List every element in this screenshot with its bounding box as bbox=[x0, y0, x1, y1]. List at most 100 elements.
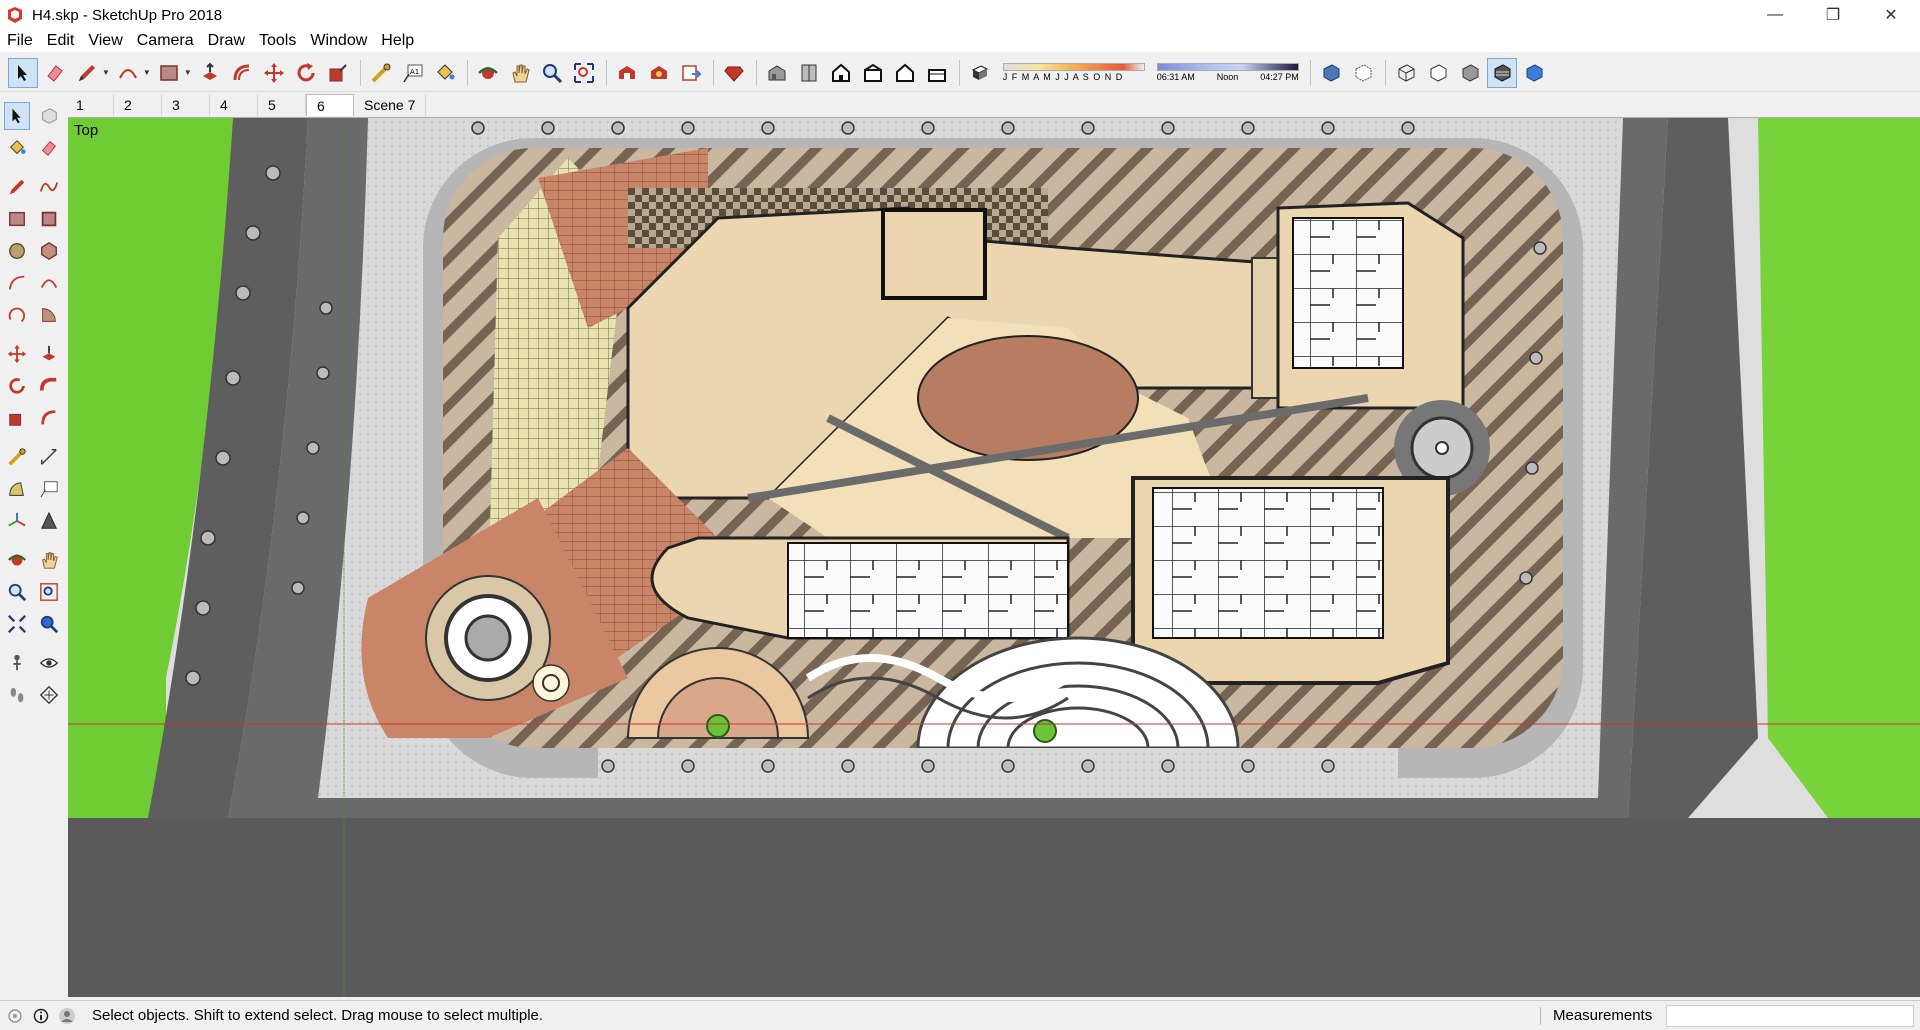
offset-tool-button[interactable] bbox=[36, 404, 62, 432]
eraser-tool-button[interactable] bbox=[40, 58, 70, 88]
scale-tool-button[interactable] bbox=[323, 58, 353, 88]
zoom-tool-button[interactable] bbox=[4, 578, 30, 606]
right-view-button[interactable] bbox=[858, 58, 888, 88]
shadow-time-slider[interactable]: 06:31 AM Noon 04:27 PM bbox=[1156, 63, 1299, 82]
shadow-date-slider[interactable]: J F M A M J J A S O N D bbox=[1002, 63, 1145, 82]
time-slider-track[interactable] bbox=[1156, 63, 1299, 71]
position-camera-tool-button[interactable] bbox=[4, 649, 30, 677]
push-pull-tool-button[interactable] bbox=[36, 340, 62, 368]
shape-tool-button[interactable] bbox=[154, 58, 184, 88]
text-tool-button[interactable]: A1 bbox=[398, 58, 428, 88]
follow-me-tool-button[interactable] bbox=[36, 372, 62, 400]
rectangle-tool-button[interactable] bbox=[4, 205, 30, 233]
scene-tab[interactable]: Scene 7 bbox=[354, 94, 427, 116]
move-tool-button[interactable] bbox=[4, 340, 30, 368]
zoom-tool-button[interactable] bbox=[537, 58, 567, 88]
model-viewport[interactable]: Top bbox=[68, 117, 1920, 997]
3d-warehouse-button[interactable] bbox=[612, 58, 642, 88]
three-point-arc-tool-button[interactable] bbox=[4, 301, 30, 329]
select-tool-button[interactable] bbox=[8, 57, 38, 88]
measurements-input[interactable] bbox=[1666, 1005, 1914, 1027]
menu-camera[interactable]: Camera bbox=[130, 32, 201, 50]
rotate-tool-button[interactable] bbox=[291, 58, 321, 88]
paint-bucket-tool-button[interactable] bbox=[4, 134, 30, 162]
push-pull-tool-button[interactable] bbox=[195, 58, 225, 88]
month-slider-track[interactable] bbox=[1002, 63, 1145, 71]
scene-tab[interactable]: 1 bbox=[66, 94, 114, 116]
pan-tool-button[interactable] bbox=[505, 58, 535, 88]
scene-tab[interactable]: 4 bbox=[210, 94, 258, 116]
axes-tool-button[interactable] bbox=[4, 507, 30, 535]
hidden-line-style-button[interactable] bbox=[1423, 58, 1453, 88]
top-view-button[interactable] bbox=[794, 58, 824, 88]
ruby-console-button[interactable] bbox=[719, 58, 749, 88]
freehand-tool-button[interactable] bbox=[36, 173, 62, 201]
back-edges-style-button[interactable] bbox=[1348, 58, 1378, 88]
scene-tab[interactable]: 3 bbox=[162, 94, 210, 116]
orbit-tool-button[interactable] bbox=[4, 546, 30, 574]
tape-measure-tool-button[interactable] bbox=[4, 443, 30, 471]
tape-measure-tool-button[interactable] bbox=[366, 58, 396, 88]
walk-tool-button[interactable] bbox=[4, 681, 30, 709]
component-tool-button[interactable] bbox=[36, 102, 62, 130]
section-plane-tool-button[interactable] bbox=[36, 681, 62, 709]
dimension-tool-button[interactable] bbox=[36, 443, 62, 471]
restore-button[interactable]: ❐ bbox=[1804, 0, 1862, 30]
scene-tab[interactable]: 2 bbox=[114, 94, 162, 116]
menu-draw[interactable]: Draw bbox=[201, 32, 252, 50]
3d-text-tool-button[interactable] bbox=[36, 507, 62, 535]
previous-view-tool-button[interactable] bbox=[36, 610, 62, 638]
line-tool-button[interactable] bbox=[72, 58, 102, 88]
rotate-tool-button[interactable] bbox=[4, 372, 30, 400]
arc-dropdown-caret[interactable]: ▼ bbox=[143, 68, 151, 77]
scene-tab[interactable]: 5 bbox=[258, 94, 306, 116]
shadows-toggle-button[interactable] bbox=[965, 58, 995, 88]
orbit-tool-button[interactable] bbox=[473, 58, 503, 88]
two-point-arc-tool-button[interactable] bbox=[36, 269, 62, 297]
zoom-window-tool-button[interactable] bbox=[36, 578, 62, 606]
eraser-tool-button[interactable] bbox=[36, 134, 62, 162]
line-dropdown-caret[interactable]: ▼ bbox=[102, 68, 110, 77]
iso-view-button[interactable] bbox=[762, 58, 792, 88]
extension-warehouse-button[interactable] bbox=[644, 58, 674, 88]
menu-view[interactable]: View bbox=[81, 32, 129, 50]
zoom-extents-tool-button[interactable] bbox=[569, 58, 599, 88]
select-tool-button[interactable] bbox=[4, 102, 30, 130]
protractor-tool-button[interactable] bbox=[4, 475, 30, 503]
pan-tool-button[interactable] bbox=[36, 546, 62, 574]
look-around-tool-button[interactable] bbox=[36, 649, 62, 677]
geo-location-icon[interactable] bbox=[4, 1005, 26, 1027]
menu-tools[interactable]: Tools bbox=[252, 32, 303, 50]
shaded-style-button[interactable] bbox=[1455, 58, 1485, 88]
line-tool-button[interactable] bbox=[4, 173, 30, 201]
circle-tool-button[interactable] bbox=[4, 237, 30, 265]
rotated-rectangle-tool-button[interactable] bbox=[36, 205, 62, 233]
xray-style-button[interactable] bbox=[1316, 58, 1346, 88]
close-button[interactable]: ✕ bbox=[1862, 0, 1920, 30]
zoom-extents-tool-button[interactable] bbox=[4, 610, 30, 638]
menu-edit[interactable]: Edit bbox=[40, 32, 82, 50]
info-icon[interactable] bbox=[30, 1005, 52, 1027]
menu-file[interactable]: File bbox=[0, 32, 40, 50]
arc-tool-button[interactable] bbox=[4, 269, 30, 297]
send-to-layout-button[interactable] bbox=[676, 58, 706, 88]
pie-tool-button[interactable] bbox=[36, 301, 62, 329]
arc-tool-button[interactable] bbox=[113, 58, 143, 88]
back-view-button[interactable] bbox=[890, 58, 920, 88]
shaded-textures-style-button[interactable] bbox=[1486, 57, 1517, 88]
paint-bucket-tool-button[interactable] bbox=[430, 58, 460, 88]
polygon-tool-button[interactable] bbox=[36, 237, 62, 265]
scene-tab-active[interactable]: 6 bbox=[306, 94, 354, 116]
offset-tool-button[interactable] bbox=[227, 58, 257, 88]
shape-dropdown-caret[interactable]: ▼ bbox=[184, 68, 192, 77]
text-tool-button[interactable] bbox=[36, 475, 62, 503]
user-icon[interactable] bbox=[56, 1005, 78, 1027]
left-view-button[interactable] bbox=[922, 58, 952, 88]
front-view-button[interactable] bbox=[826, 58, 856, 88]
move-tool-button[interactable] bbox=[259, 58, 289, 88]
menu-help[interactable]: Help bbox=[374, 32, 421, 50]
monochrome-style-button[interactable] bbox=[1519, 58, 1549, 88]
minimize-button[interactable]: — bbox=[1746, 0, 1804, 30]
wireframe-style-button[interactable] bbox=[1391, 58, 1421, 88]
menu-window[interactable]: Window bbox=[303, 32, 374, 50]
